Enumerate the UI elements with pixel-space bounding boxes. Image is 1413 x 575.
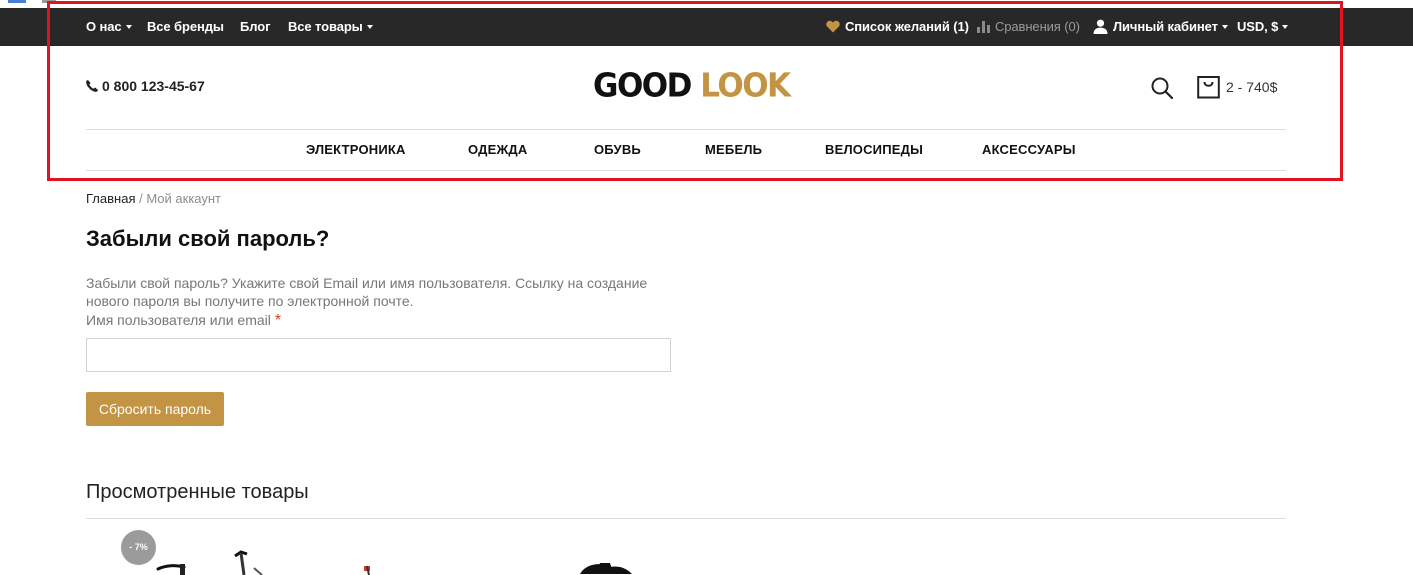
required-mark: *	[274, 312, 282, 329]
logo-part-good: GOOD	[593, 66, 692, 106]
username-email-label-text: Имя пользователя или email	[86, 312, 271, 328]
viewed-products-title: Просмотренные товары	[86, 481, 309, 503]
topbar-all-products-menu[interactable]: Все товары	[288, 8, 373, 46]
topbar-blog-link[interactable]: Блог	[240, 8, 270, 46]
shopping-bag-icon[interactable]	[1197, 75, 1220, 99]
nav-item-furniture[interactable]: МЕБЕЛЬ	[705, 142, 762, 157]
username-email-label: Имя пользователя или email *	[86, 312, 281, 330]
browser-tab-strip	[0, 0, 1413, 3]
nav-item-shoes[interactable]: ОБУВЬ	[594, 142, 641, 157]
site-logo[interactable]: GOOD LOOK	[593, 65, 791, 107]
topbar-account-label: Личный кабинет	[1113, 19, 1218, 34]
nav-bottom-divider	[86, 170, 1286, 171]
phone-icon	[86, 80, 98, 93]
nav-item-electronics[interactable]: ЭЛЕКТРОНИКА	[306, 142, 406, 157]
cart-total[interactable]: 2 - 740$	[1226, 79, 1277, 95]
header-phone-number: 0 800 123-45-67	[102, 78, 205, 94]
topbar-wishlist-label: Список желаний (1)	[845, 19, 969, 34]
chevron-down-icon	[366, 24, 373, 29]
logo-part-look: LOOK	[700, 66, 791, 106]
reset-description: Забыли свой пароль? Укажите свой Email и…	[86, 275, 648, 309]
topbar-blog-label: Блог	[240, 19, 271, 34]
breadcrumb-current: Мой аккаунт	[146, 191, 222, 206]
topbar-brands-link[interactable]: Все бренды	[147, 8, 224, 46]
topbar-all-products-label: Все товары	[288, 19, 363, 34]
topbar-wishlist-link[interactable]: Список желаний (1)	[826, 8, 969, 46]
nav-item-accessories[interactable]: АКСЕССУАРЫ	[982, 142, 1076, 157]
topbar-currency-label: USD, $	[1237, 19, 1279, 34]
topbar-compare-link[interactable]: Сравнения (0)	[977, 8, 1080, 46]
breadcrumb-separator: /	[135, 191, 147, 206]
topbar-account-menu[interactable]: Личный кабинет	[1093, 8, 1228, 46]
bicycle-product-image[interactable]	[150, 548, 280, 575]
viewed-products-divider	[86, 518, 1286, 519]
chevron-down-icon	[125, 24, 132, 29]
nav-item-clothing[interactable]: ОДЕЖДА	[468, 142, 527, 157]
page-title: Забыли свой пароль?	[86, 226, 330, 251]
bicycle-product-image-3[interactable]	[576, 548, 636, 575]
topbar-currency-select[interactable]: USD, $	[1237, 8, 1289, 46]
bicycle-product-image-2[interactable]	[358, 548, 384, 575]
top-bar: О нас Все бренды Блог Все товары Список …	[0, 8, 1413, 46]
user-icon	[1093, 19, 1108, 35]
browser-tab-blue	[8, 0, 26, 3]
header-phone[interactable]: 0 800 123-45-67	[86, 78, 205, 94]
nav-top-divider	[86, 129, 1286, 130]
topbar-brands-label: Все бренды	[147, 19, 224, 34]
breadcrumb-home-link[interactable]: Главная	[86, 191, 135, 206]
chevron-down-icon	[1221, 24, 1228, 29]
topbar-compare-label: Сравнения (0)	[995, 19, 1080, 34]
chevron-down-icon	[1282, 24, 1289, 29]
reset-password-button[interactable]: Сбросить пароль	[86, 392, 224, 426]
bar-chart-icon	[977, 20, 990, 33]
browser-tab-gray	[42, 0, 56, 3]
topbar-about-label: О нас	[86, 19, 122, 34]
breadcrumb: Главная / Мой аккаунт	[86, 191, 221, 206]
search-icon[interactable]	[1150, 76, 1174, 100]
username-email-input[interactable]	[86, 338, 671, 372]
nav-item-bicycles[interactable]: ВЕЛОСИПЕДЫ	[825, 142, 923, 157]
heart-icon	[826, 20, 840, 33]
topbar-about-menu[interactable]: О нас	[86, 8, 132, 46]
